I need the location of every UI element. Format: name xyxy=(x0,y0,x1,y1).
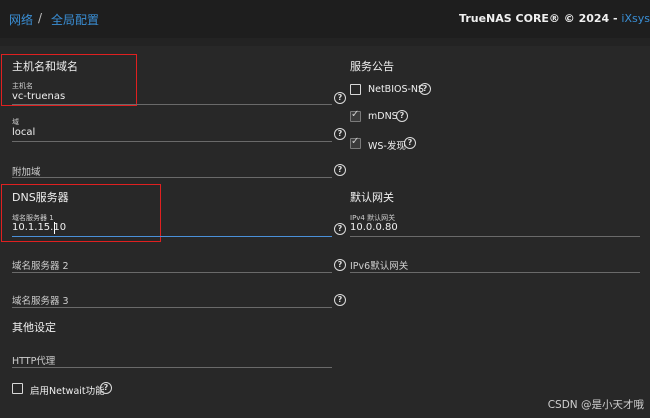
brand-link[interactable]: iXsys xyxy=(621,12,650,25)
netbios-ns-label: NetBIOS-NS xyxy=(368,84,425,95)
mdns-checkbox[interactable]: ✓ xyxy=(350,109,361,122)
domain-label: 域 xyxy=(12,118,19,126)
domain-underline xyxy=(12,141,332,142)
ws-discovery-help-icon[interactable]: ? xyxy=(404,137,416,149)
watermark: CSDN @是小天才哦 xyxy=(547,399,644,411)
nameserver2-input[interactable]: 域名服务器 2 xyxy=(12,258,69,272)
ws-discovery-checkbox[interactable]: ✓ xyxy=(350,136,361,149)
additional-domains-underline xyxy=(12,177,332,178)
ipv4-gateway-input[interactable]: 10.0.0.80 xyxy=(350,222,398,233)
breadcrumb-network-link[interactable]: 网络 xyxy=(9,11,33,28)
other-section-title: 其他设定 xyxy=(12,321,56,334)
netbios-ns-help-icon[interactable]: ? xyxy=(419,83,431,95)
mdns-label: mDNS xyxy=(368,111,398,122)
mdns-help-icon[interactable]: ? xyxy=(396,110,408,122)
brand-copyright: TrueNAS CORE® © 2024 - iXsys xyxy=(459,12,650,25)
additional-domains-input[interactable]: 附加域 xyxy=(12,164,41,178)
nameserver2-help-icon[interactable]: ? xyxy=(334,259,346,271)
top-bar: 网络 / 全局配置 TrueNAS CORE® © 2024 - iXsys xyxy=(0,0,650,38)
hostname-underline xyxy=(12,104,332,105)
breadcrumb-separator: / xyxy=(38,11,43,25)
nameserver3-help-icon[interactable]: ? xyxy=(334,294,346,306)
ipv6-gateway-input[interactable]: IPv6默认网关 xyxy=(350,258,408,272)
hostname-section-title: 主机名和域名 xyxy=(12,60,78,73)
http-proxy-underline xyxy=(12,367,332,368)
netwait-checkbox[interactable] xyxy=(12,383,23,394)
nameserver1-input[interactable]: 10.1.15.10 xyxy=(12,222,66,233)
hostname-label: 主机名 xyxy=(12,82,33,90)
nameserver1-help-icon[interactable]: ? xyxy=(334,223,346,235)
hostname-input[interactable]: vc-truenas xyxy=(12,91,65,102)
ipv4-gateway-underline xyxy=(350,236,640,237)
hostname-help-icon[interactable]: ? xyxy=(334,92,346,104)
check-icon: ✓ xyxy=(351,109,360,120)
domain-help-icon[interactable]: ? xyxy=(334,128,346,140)
netwait-help-icon[interactable]: ? xyxy=(100,382,112,394)
netwait-label: 启用Netwait功能 xyxy=(30,386,105,397)
breadcrumb-global-config[interactable]: 全局配置 xyxy=(51,11,99,28)
dns-section-title: DNS服务器 xyxy=(12,191,69,204)
http-proxy-input[interactable]: HTTP代理 xyxy=(12,353,55,367)
text-caret xyxy=(54,222,55,234)
netbios-ns-checkbox[interactable] xyxy=(350,84,361,95)
service-section-title: 服务公告 xyxy=(350,60,394,73)
nameserver3-underline xyxy=(12,307,332,308)
additional-domains-help-icon[interactable]: ? xyxy=(334,164,346,176)
nameserver2-underline xyxy=(12,272,332,273)
header-divider xyxy=(0,38,650,46)
domain-input[interactable]: local xyxy=(12,127,35,138)
ipv6-gateway-underline xyxy=(350,272,640,273)
nameserver3-input[interactable]: 域名服务器 3 xyxy=(12,293,69,307)
check-icon: ✓ xyxy=(351,136,360,147)
gateway-section-title: 默认网关 xyxy=(350,191,394,204)
ws-discovery-label: WS-发现 xyxy=(368,141,406,152)
nameserver1-underline xyxy=(12,236,332,237)
